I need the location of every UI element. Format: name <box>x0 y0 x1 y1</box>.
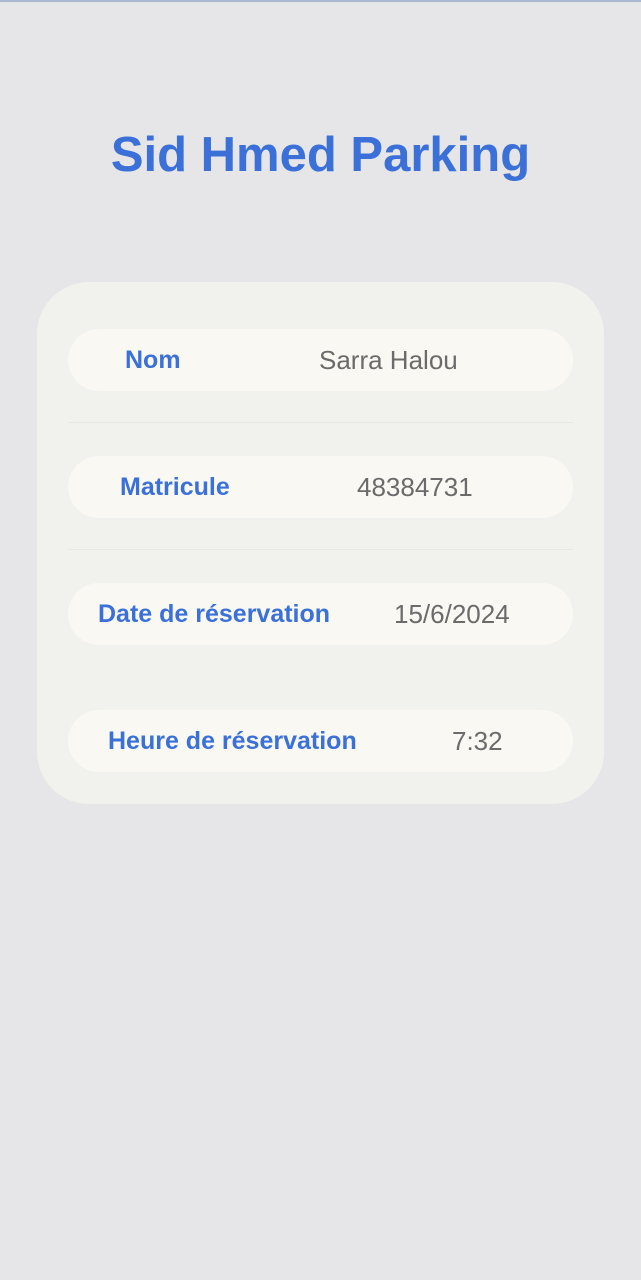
page-title: Sid Hmed Parking <box>110 128 531 182</box>
name-value: Sarra Halou <box>319 345 458 375</box>
date-label: Date de réservation <box>98 600 331 628</box>
time-value: 7:32 <box>452 726 503 756</box>
row-divider <box>68 549 573 550</box>
date-value: 15/6/2024 <box>394 599 510 629</box>
plate-value: 48384731 <box>357 472 473 502</box>
reservation-card: Nom Sarra Halou Matricule 48384731 Date … <box>37 282 604 804</box>
time-label: Heure de réservation <box>108 727 357 755</box>
row-divider <box>68 422 573 423</box>
status-bar-edge <box>0 0 641 2</box>
name-row: Nom Sarra Halou <box>68 329 573 391</box>
plate-label: Matricule <box>120 473 230 501</box>
date-row: Date de réservation 15/6/2024 <box>68 583 573 645</box>
plate-row: Matricule 48384731 <box>68 456 573 518</box>
time-row: Heure de réservation 7:32 <box>68 710 573 772</box>
name-label: Nom <box>125 346 181 374</box>
